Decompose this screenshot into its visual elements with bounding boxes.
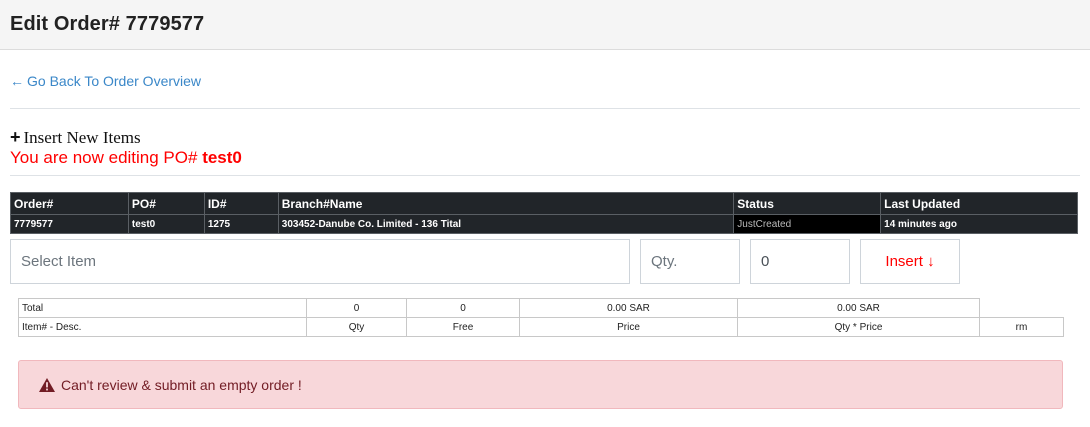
column-header-status: Status xyxy=(733,192,882,215)
quantity-input[interactable]: Qty. xyxy=(640,239,740,284)
insert-button-label: Insert xyxy=(885,253,923,270)
column-header-branch: Branch#Name xyxy=(277,192,735,215)
back-arrow-icon: ← xyxy=(10,73,24,89)
table-row: 7779577 test0 1275 303452-Danube Co. Lim… xyxy=(10,214,1078,234)
warning-icon xyxy=(39,377,55,392)
back-to-overview-link[interactable]: ← Go Back To Order Overview xyxy=(10,72,1080,90)
total-qty: 0 xyxy=(306,298,407,318)
column-header-qty-times-price: Qty * Price xyxy=(737,317,980,337)
cell-id: 1275 xyxy=(203,214,279,234)
cell-status: JustCreated xyxy=(733,214,882,234)
order-items-table: Total 0 0 0.00 SAR 0.00 SAR Item# - Desc… xyxy=(18,298,1064,337)
divider xyxy=(10,175,1080,176)
cell-order-number: 7779577 xyxy=(10,214,129,234)
column-header-po: PO# xyxy=(127,192,205,215)
cell-last-updated: 14 minutes ago xyxy=(880,214,1078,234)
column-header-id: ID# xyxy=(203,192,279,215)
page-title: Edit Order# 7779577 xyxy=(10,13,205,35)
total-free: 0 xyxy=(406,298,520,318)
total-price: 0.00 SAR xyxy=(519,298,738,318)
editing-prefix: You are now editing PO# xyxy=(10,148,198,167)
main-content: ← Go Back To Order Overview + Insert New I… xyxy=(0,72,1090,409)
items-header-row: Item# - Desc. Qty Free Price Qty * Price… xyxy=(18,317,1064,337)
column-header-last-updated: Last Updated xyxy=(880,192,1078,215)
arrow-down-icon: ↓ xyxy=(927,253,935,270)
table-header-row: Order# PO# ID# Branch#Name Status Last U… xyxy=(10,192,1078,215)
cell-branch-name: 303452-Danube Co. Limited - 136 Tital xyxy=(277,214,735,234)
editing-notice: You are now editing PO# test0 xyxy=(10,147,1080,169)
column-header-qty: Qty xyxy=(306,317,407,337)
total-amount: 0.00 SAR xyxy=(737,298,980,318)
totals-row: Total 0 0 0.00 SAR 0.00 SAR xyxy=(18,298,1064,318)
empty-order-alert: Can't review & submit an empty order ! xyxy=(18,360,1063,409)
cell-po-number: test0 xyxy=(127,214,205,234)
insert-button[interactable]: Insert ↓ xyxy=(860,239,960,284)
column-header-item-desc: Item# - Desc. xyxy=(18,317,307,337)
column-header-remove: rm xyxy=(979,317,1064,337)
insert-heading-label: Insert New Items xyxy=(23,128,141,147)
select-item-input[interactable]: Select Item xyxy=(10,239,630,284)
page-header: Edit Order# 7779577 xyxy=(0,0,1090,50)
plus-icon: + xyxy=(10,127,21,147)
divider xyxy=(10,108,1080,109)
column-header-order: Order# xyxy=(10,192,129,215)
empty-cell xyxy=(980,299,1064,318)
editing-po-number: test0 xyxy=(202,148,242,167)
order-summary-table: Order# PO# ID# Branch#Name Status Last U… xyxy=(10,192,1078,234)
column-header-free: Free xyxy=(406,317,520,337)
insert-item-form: Select Item Qty. 0 Insert ↓ xyxy=(10,239,1080,285)
free-quantity-input[interactable]: 0 xyxy=(750,239,850,284)
alert-message: Can't review & submit an empty order ! xyxy=(61,376,302,393)
column-header-price: Price xyxy=(519,317,738,337)
totals-label: Total xyxy=(18,298,307,318)
insert-new-items-heading: + Insert New Items xyxy=(10,127,1080,147)
back-link-label: Go Back To Order Overview xyxy=(27,73,202,89)
